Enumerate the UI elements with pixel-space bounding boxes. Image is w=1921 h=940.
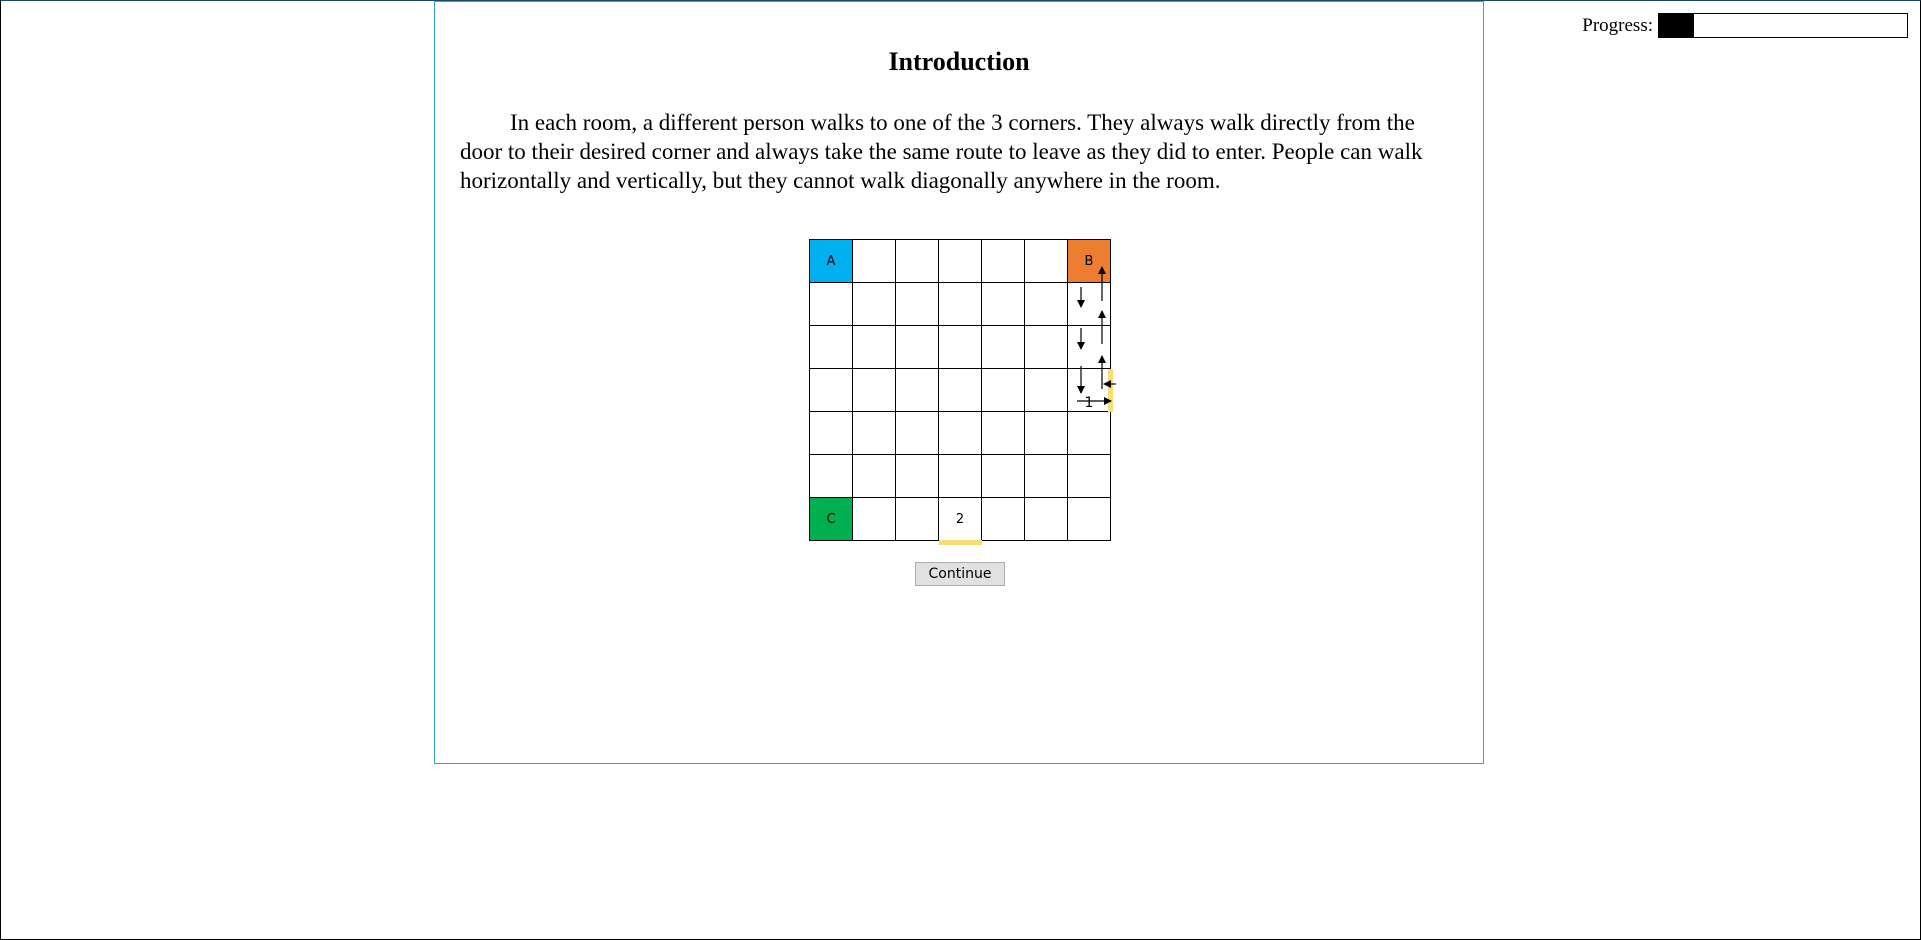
corner-c: C [810, 498, 853, 541]
grid-cell [939, 283, 982, 326]
grid-cell [1025, 326, 1068, 369]
grid-cell [810, 412, 853, 455]
grid-cell [982, 326, 1025, 369]
grid-cell [896, 240, 939, 283]
grid-cells: A B 1 C 2 [809, 239, 1111, 541]
grid-cell [853, 283, 896, 326]
door-marker-2 [939, 540, 982, 545]
grid-cell [896, 283, 939, 326]
corner-a: A [810, 240, 853, 283]
grid-cell [982, 283, 1025, 326]
grid-cell [939, 412, 982, 455]
grid-cell [1068, 412, 1111, 455]
grid-cell [810, 455, 853, 498]
grid-cell [1068, 283, 1111, 326]
grid-cell [810, 326, 853, 369]
grid-cell [1025, 498, 1068, 541]
grid-cell [896, 498, 939, 541]
page-title: Introduction [888, 47, 1030, 76]
grid-cell [982, 369, 1025, 412]
grid-cell [810, 369, 853, 412]
corner-b: B [1068, 240, 1111, 283]
grid-cell [853, 240, 896, 283]
grid-cell [939, 240, 982, 283]
grid-cell [1025, 369, 1068, 412]
grid-cell [1025, 283, 1068, 326]
grid-cell [1068, 326, 1111, 369]
grid-cell [896, 369, 939, 412]
grid-cell [1025, 412, 1068, 455]
grid-cell [982, 498, 1025, 541]
grid-cell [939, 326, 982, 369]
grid-cell [853, 369, 896, 412]
grid-cell [896, 412, 939, 455]
grid-cell [939, 455, 982, 498]
grid-cell [982, 240, 1025, 283]
grid-cell [1025, 240, 1068, 283]
instructions-text: In each room, a different person walks t… [460, 110, 1423, 193]
grid-cell [896, 326, 939, 369]
door-marker-1 [1108, 369, 1113, 412]
door-2: 2 [939, 498, 982, 541]
grid-cell [853, 326, 896, 369]
continue-button[interactable]: Continue [915, 562, 1005, 586]
progress-bar-fill [1659, 14, 1694, 37]
grid-cell [982, 412, 1025, 455]
grid-cell [982, 455, 1025, 498]
progress-bar [1658, 13, 1908, 38]
grid-cell [853, 498, 896, 541]
grid-cell [939, 369, 982, 412]
room-grid: A B 1 C 2 [809, 239, 1116, 551]
door-1: 1 [1068, 369, 1111, 412]
grid-cell [1068, 498, 1111, 541]
grid-cell [896, 455, 939, 498]
grid-cell [810, 283, 853, 326]
content-panel: Introduction In each room, a different p… [434, 1, 1484, 764]
grid-cell [853, 412, 896, 455]
progress-label: Progress: [1582, 14, 1653, 36]
progress-indicator: Progress: [1582, 13, 1908, 38]
grid-cell [1068, 455, 1111, 498]
grid-cell [1025, 455, 1068, 498]
grid-cell [853, 455, 896, 498]
